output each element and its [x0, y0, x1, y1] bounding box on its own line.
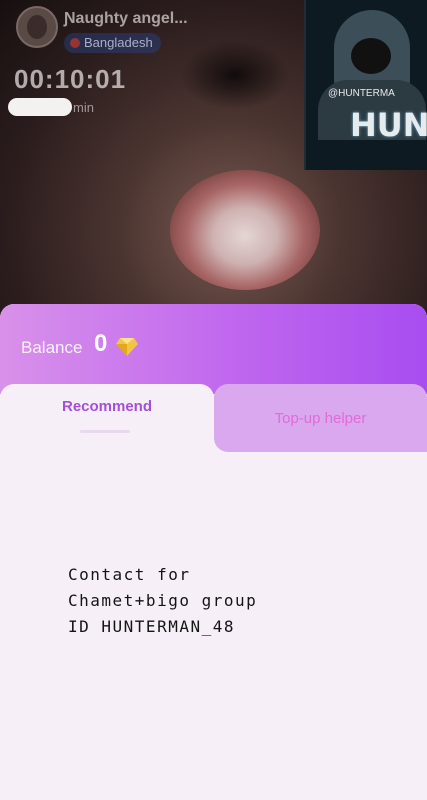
tab-bar: Top-up helper Recommend [0, 384, 427, 454]
redacted-strip [8, 98, 72, 116]
balance-label: Balance [21, 338, 83, 357]
diamond-icon [116, 338, 138, 356]
balance-header: Balance 0 [0, 304, 427, 394]
host-avatar[interactable] [16, 6, 58, 48]
pip-handle: @HUNTERMA [328, 88, 395, 99]
balance-value: 0 [94, 330, 108, 357]
country-label: Bangladesh [84, 35, 153, 50]
video-subject [170, 170, 320, 290]
pip-video[interactable]: @HUNTERMA HUNT [304, 0, 427, 170]
pip-face [351, 38, 391, 74]
promo-text: Contact for Chamet+bigo group ID HUNTERM… [68, 562, 257, 640]
promo-line-2: Chamet+bigo group [68, 591, 258, 610]
tab-topup-label: Top-up helper [274, 410, 367, 427]
tab-topup-helper[interactable]: Top-up helper [214, 384, 427, 452]
tab-indicator [80, 430, 130, 433]
video-shade [180, 40, 290, 110]
promo-line-1: Contact for [68, 565, 191, 584]
tab-recommend-label: Recommend [61, 398, 153, 415]
tab-recommend[interactable]: Recommend [0, 384, 214, 454]
promo-line-3: ID HUNTERMAN_48 [68, 617, 235, 636]
recharge-sheet: Balance 0 Top-up helper Recommend Contac… [0, 304, 427, 800]
host-name[interactable]: Ɲaughty angel... [64, 10, 188, 28]
call-timer: 00:10:01 [14, 64, 127, 94]
country-badge: Bangladesh [64, 33, 161, 53]
flag-icon [70, 38, 80, 48]
duration-unit: min [73, 100, 94, 115]
tab-content: Contact for Chamet+bigo group ID HUNTERM… [0, 454, 427, 800]
pip-brand: HUNT [350, 106, 427, 144]
